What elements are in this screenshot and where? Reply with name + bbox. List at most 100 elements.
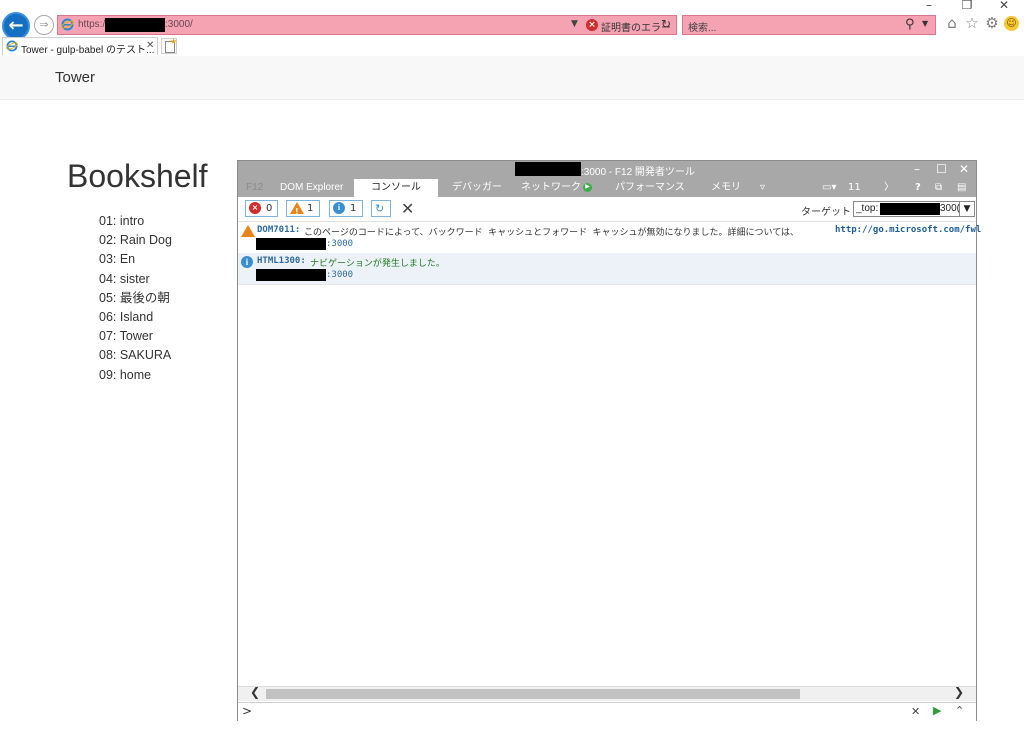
tab-dom-explorer[interactable]: DOM Explorer [280, 179, 343, 197]
tab-console[interactable]: コンソール [354, 179, 438, 197]
refresh-icon[interactable]: ↻ [661, 17, 671, 31]
book-list-item[interactable]: 05: 最後の朝 [99, 289, 172, 308]
run-script-icon[interactable]: ▶ [933, 704, 941, 717]
address-url-prefix: https:// [78, 19, 109, 30]
home-icon[interactable]: ⌂ [943, 14, 961, 32]
book-list-item[interactable]: 04: sister [99, 270, 172, 289]
ie-logo-icon [6, 40, 18, 52]
minimize-window-button[interactable]: – [919, 0, 939, 12]
close-window-button[interactable]: ✕ [994, 0, 1014, 12]
book-list-item[interactable]: 06: Island [99, 308, 172, 327]
warning-icon [241, 225, 255, 237]
message-source-link[interactable]: :3000 [326, 270, 353, 280]
scroll-right-icon[interactable]: ❯ [954, 685, 964, 699]
info-count: 1 [350, 203, 357, 214]
book-list-item[interactable]: 08: SAKURA [99, 346, 172, 365]
tab-f12: F12 [246, 182, 264, 193]
page-title: Bookshelf [67, 158, 208, 194]
more-tabs-icon[interactable]: ▿ [760, 179, 765, 197]
scroll-left-icon[interactable]: ❮ [250, 685, 260, 699]
target-select[interactable]: _top: 300( ▼ [853, 201, 975, 217]
browser-tab-active[interactable]: Tower - gulp-babel のテスト... ✕ [2, 37, 158, 56]
console-message[interactable]: i HTML1300: ナビゲーションが発生しました。 :3000 [238, 253, 976, 285]
info-icon: i [241, 256, 253, 268]
devtools-title: :3000 - F12 開発者ツール [581, 167, 695, 178]
message-text: このページのコードによって、バックワード キャッシュとフォワード キャッシュが無… [304, 228, 800, 238]
info-icon: i [333, 202, 345, 214]
favorites-star-icon[interactable]: ☆ [963, 14, 981, 32]
redacted-host [256, 269, 326, 281]
book-list-item[interactable]: 03: En [99, 250, 172, 269]
address-bar[interactable]: https:// :3000/ ▼ × 証明書のエラー ↻ [57, 15, 677, 35]
redacted-host [515, 162, 581, 176]
errors-filter-button[interactable]: × 0 [245, 200, 278, 217]
clear-console-icon[interactable]: ✕ [401, 199, 414, 218]
console-toolbar: × 0 ! 1 i 1 ↻ ✕ ターゲット _top: 300( ▼ [238, 197, 976, 222]
network-recording-icon: ▶ [583, 182, 592, 192]
book-list-item[interactable]: 01: intro [99, 212, 172, 231]
new-tab-button[interactable]: ★ [161, 37, 177, 54]
redacted-host [105, 18, 165, 32]
console-prompt: > [242, 704, 253, 718]
console-toggle-icon[interactable]: 〉 [884, 179, 894, 197]
clear-on-navigate-icon: ↻ [375, 202, 385, 215]
restore-window-button[interactable]: ❐ [957, 0, 977, 12]
warnings-filter-button[interactable]: ! 1 [286, 200, 320, 217]
search-dropdown-icon[interactable]: ▼ [922, 19, 928, 28]
clear-on-navigate-button[interactable]: ↻ [371, 200, 391, 217]
target-value-suffix: 300( [940, 203, 961, 214]
help-icon[interactable]: ? [915, 179, 921, 197]
close-tab-icon[interactable]: ✕ [146, 40, 154, 51]
devtools-maximize-button[interactable]: ☐ [936, 162, 947, 176]
forward-button[interactable]: ⇒ [34, 15, 54, 35]
console-input[interactable]: > ✕ ▶ ⌃ [238, 702, 976, 721]
feedback-smiley-icon[interactable]: ☺ [1004, 16, 1019, 31]
devtools-window: :3000 - F12 開発者ツール – ☐ ✕ F12 DOM Explore… [237, 160, 981, 721]
horizontal-scrollbar[interactable]: ❮ ❯ [238, 685, 976, 701]
address-dropdown-icon[interactable]: ▼ [571, 19, 578, 29]
warning-icon: ! [290, 202, 304, 216]
site-navbar: Tower [0, 56, 1024, 100]
tab-network-label: ネットワーク [521, 182, 581, 193]
search-input[interactable]: 検索... [688, 19, 716, 34]
devtools-titlebar[interactable]: :3000 - F12 開発者ツール – ☐ ✕ [238, 161, 976, 179]
errors-count: 0 [266, 203, 273, 214]
book-list-item[interactable]: 07: Tower [99, 327, 172, 346]
message-source-link[interactable]: :3000 [326, 239, 353, 249]
scrollbar-thumb[interactable] [266, 689, 800, 699]
forward-arrow-icon: ⇒ [39, 18, 49, 31]
devtools-close-button[interactable]: ✕ [959, 162, 969, 176]
tab-network[interactable]: ネットワーク ▶ [521, 179, 592, 197]
ie-logo-icon [61, 18, 74, 31]
search-box[interactable]: 検索... ⚲ ▼ [682, 15, 936, 35]
message-link[interactable]: http://go.microsoft.com/fwl [835, 225, 981, 235]
search-icon[interactable]: ⚲ [905, 17, 915, 32]
certificate-error-icon[interactable]: × [586, 19, 598, 31]
warnings-count: 1 [307, 203, 314, 214]
devtools-minimize-button[interactable]: – [914, 162, 920, 176]
tab-memory[interactable]: メモリ [711, 179, 741, 197]
undock-icon[interactable]: ⧉ [935, 179, 942, 197]
book-list-item[interactable]: 02: Rain Dog [99, 231, 172, 250]
target-value-prefix: _top: [856, 203, 879, 214]
site-brand-link[interactable]: Tower [55, 69, 95, 86]
book-list-item[interactable]: 09: home [99, 366, 172, 385]
tab-performance[interactable]: パフォーマンス [615, 179, 685, 197]
expand-console-icon[interactable]: ⌃ [955, 704, 964, 717]
tab-debugger[interactable]: デバッガー [452, 179, 502, 197]
dock-icon[interactable]: ▤ [957, 179, 966, 197]
book-list: 01: intro 02: Rain Dog 03: En 04: sister… [99, 212, 172, 385]
emulation-icon[interactable]: ▭▾ [822, 179, 836, 197]
redacted-host [256, 238, 326, 250]
message-text: ナビゲーションが発生しました。 [310, 259, 445, 269]
message-code: DOM7011: [257, 225, 301, 235]
chevron-down-icon[interactable]: ▼ [959, 202, 974, 216]
clear-input-icon[interactable]: ✕ [911, 705, 920, 718]
settings-gear-icon[interactable]: ⚙ [983, 14, 1001, 32]
console-message[interactable]: DOM7011: このページのコードによって、バックワード キャッシュとフォワー… [238, 222, 981, 254]
redacted-host [880, 203, 940, 215]
back-button[interactable]: ← [2, 12, 30, 40]
info-filter-button[interactable]: i 1 [329, 200, 363, 217]
devtools-tabbar: F12 DOM Explorer コンソール デバッガー ネットワーク ▶ パフォ… [238, 179, 976, 197]
tab-title: Tower - gulp-babel のテスト... [21, 45, 155, 56]
